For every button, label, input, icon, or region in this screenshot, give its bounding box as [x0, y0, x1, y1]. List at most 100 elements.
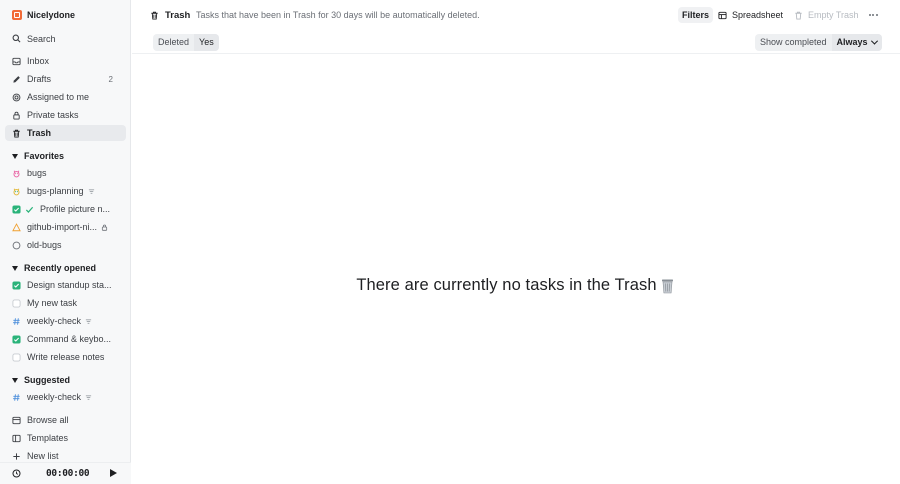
- section-favorites[interactable]: Favorites: [12, 150, 64, 162]
- empty-trash-label: Empty Trash: [808, 10, 859, 20]
- favorite-item-bugs[interactable]: bugs: [5, 165, 126, 181]
- empty-trash-button[interactable]: Empty Trash: [790, 7, 863, 23]
- filter-key: Deleted: [158, 37, 190, 47]
- table-icon: [718, 11, 727, 20]
- filter-value: Yes: [194, 34, 219, 51]
- hash-icon: [12, 393, 21, 402]
- target-icon: [12, 93, 21, 102]
- sidebar-item-label: weekly-check: [27, 392, 82, 402]
- sidebar-item-drafts[interactable]: Drafts 2: [5, 71, 126, 87]
- warning-icon: [12, 222, 21, 232]
- browse-all-link[interactable]: Browse all: [5, 412, 126, 428]
- check-icon: [25, 205, 34, 214]
- hash-icon: [12, 317, 21, 326]
- empty-state: There are currently no tasks in the Tras…: [340, 276, 690, 295]
- caret-down-icon: [12, 153, 18, 159]
- play-icon[interactable]: [110, 469, 117, 477]
- pencil-icon: [12, 75, 21, 84]
- spreadsheet-label: Spreadsheet: [732, 10, 784, 20]
- section-title: Recently opened: [24, 263, 97, 273]
- checkbox-checked-icon: [12, 334, 21, 344]
- sidebar-item-trash[interactable]: Trash: [5, 125, 126, 141]
- sidebar-item-label: Inbox: [27, 56, 50, 66]
- page-title-label: Trash: [165, 9, 191, 21]
- templates-link[interactable]: Templates: [5, 430, 126, 446]
- sidebar-item-assigned[interactable]: Assigned to me: [5, 89, 126, 105]
- workspace-logo-icon: [12, 10, 22, 20]
- plus-icon: [12, 452, 21, 461]
- favorite-item-old-bugs[interactable]: old-bugs: [5, 237, 126, 253]
- recent-item-my-new-task[interactable]: My new task: [5, 295, 126, 311]
- template-icon: [12, 434, 21, 443]
- inbox-icon: [12, 57, 21, 66]
- bug-icon: [12, 169, 21, 178]
- sidebar-item-label: Write release notes: [27, 352, 105, 362]
- sidebar-item-label: old-bugs: [27, 240, 62, 250]
- search-button[interactable]: Search: [6, 30, 126, 47]
- sidebar-item-label: Profile picture n...: [40, 204, 111, 214]
- recent-item-weekly-check[interactable]: weekly-check: [5, 313, 126, 329]
- filter-icon: [88, 188, 95, 195]
- trash-icon: [150, 11, 159, 20]
- trash-icon: [794, 11, 803, 20]
- spreadsheet-button[interactable]: Spreadsheet: [714, 7, 787, 23]
- favorite-item-github-import[interactable]: github-import-ni...: [5, 219, 126, 235]
- show-completed-label: Show completed: [760, 37, 827, 47]
- timer-bar: 00:00:00: [0, 462, 131, 484]
- suggested-item-weekly-check[interactable]: weekly-check: [5, 389, 126, 405]
- sidebar-item-label: Templates: [27, 433, 69, 443]
- section-suggested[interactable]: Suggested: [12, 374, 70, 386]
- show-completed-value-text: Always: [836, 37, 868, 47]
- chevron-down-icon: [870, 37, 878, 45]
- section-title: Suggested: [24, 375, 71, 385]
- empty-state-message: There are currently no tasks in the Tras…: [356, 276, 657, 294]
- show-completed-select[interactable]: Show completed Always: [755, 34, 882, 51]
- sidebar-item-private-tasks[interactable]: Private tasks: [5, 107, 126, 123]
- sidebar-item-label: Assigned to me: [27, 92, 90, 102]
- more-options-icon[interactable]: [866, 7, 880, 23]
- filter-icon: [85, 318, 92, 325]
- recent-item-command-keyboard[interactable]: Command & keybo...: [5, 331, 126, 347]
- filters-button[interactable]: Filters: [678, 7, 714, 23]
- favorite-item-bugs-planning[interactable]: bugs-planning: [5, 183, 126, 199]
- favorite-item-profile-picture[interactable]: Profile picture n...: [5, 201, 126, 217]
- sidebar-item-label: Private tasks: [27, 110, 79, 120]
- page-description: Tasks that have been in Trash for 30 day…: [196, 10, 480, 20]
- checkbox-checked-icon: [12, 280, 21, 290]
- lock-icon: [101, 224, 108, 231]
- section-recently-opened[interactable]: Recently opened: [12, 262, 96, 274]
- recent-item-write-release-notes[interactable]: Write release notes: [5, 349, 126, 365]
- checkbox-checked-icon: [12, 204, 21, 214]
- lock-icon: [12, 111, 21, 120]
- search-icon: [12, 34, 21, 43]
- checkbox-empty-icon: [12, 298, 21, 308]
- workspace-switcher[interactable]: Nicelydone: [12, 9, 75, 21]
- sidebar-item-inbox[interactable]: Inbox: [5, 53, 126, 69]
- checkbox-empty-icon: [12, 352, 21, 362]
- filters-label: Filters: [682, 10, 710, 20]
- recent-item-design-standup[interactable]: Design standup sta...: [5, 277, 126, 293]
- sidebar-item-label: New list: [27, 451, 59, 461]
- show-completed-value[interactable]: Always: [831, 34, 882, 51]
- sidebar-item-label: Trash: [27, 128, 52, 138]
- filter-icon: [85, 394, 92, 401]
- page-title: Trash: [150, 9, 190, 21]
- trash-icon: [12, 129, 21, 138]
- sidebar-item-label: Design standup sta...: [27, 280, 112, 290]
- filter-pill-deleted[interactable]: Deleted Yes: [153, 34, 219, 51]
- sidebar-item-label: Command & keybo...: [27, 334, 112, 344]
- sidebar: Nicelydone Search Inbox Drafts 2 Assigne…: [0, 0, 131, 484]
- grid-icon: [12, 416, 21, 425]
- wastebasket-icon: [661, 278, 674, 294]
- caret-down-icon: [12, 377, 18, 383]
- sidebar-item-label: bugs: [27, 168, 47, 178]
- sidebar-item-label: Drafts: [27, 74, 52, 84]
- sidebar-item-label: My new task: [27, 298, 78, 308]
- search-label: Search: [27, 33, 56, 44]
- section-title: Favorites: [24, 151, 65, 161]
- sidebar-item-label: github-import-ni...: [27, 222, 98, 232]
- header-divider: [132, 53, 900, 54]
- caret-down-icon: [12, 265, 18, 271]
- sidebar-item-label: Browse all: [27, 415, 69, 425]
- sidebar-item-label: bugs-planning: [27, 186, 84, 196]
